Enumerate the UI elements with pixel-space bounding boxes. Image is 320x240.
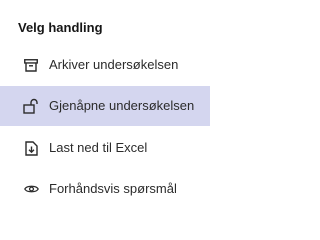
menu-item-download-excel[interactable]: Last ned til Excel (0, 128, 210, 168)
menu-title: Velg handling (18, 20, 103, 35)
action-menu: Velg handling Arkiver undersøkelsen Gjen… (0, 0, 210, 221)
eye-icon (23, 181, 39, 197)
menu-item-reopen[interactable]: Gjenåpne undersøkelsen (0, 86, 210, 126)
menu-item-label: Last ned til Excel (49, 140, 148, 155)
unlock-icon (23, 98, 39, 114)
menu-item-archive[interactable]: Arkiver undersøkelsen (0, 45, 210, 85)
menu-item-label: Arkiver undersøkelsen (49, 57, 179, 72)
menu-item-preview-questions[interactable]: Forhåndsvis spørsmål (0, 169, 210, 209)
download-file-icon (23, 140, 39, 156)
archive-icon (23, 57, 39, 73)
menu-item-label: Forhåndsvis spørsmål (49, 181, 177, 196)
menu-item-label: Gjenåpne undersøkelsen (49, 98, 195, 113)
